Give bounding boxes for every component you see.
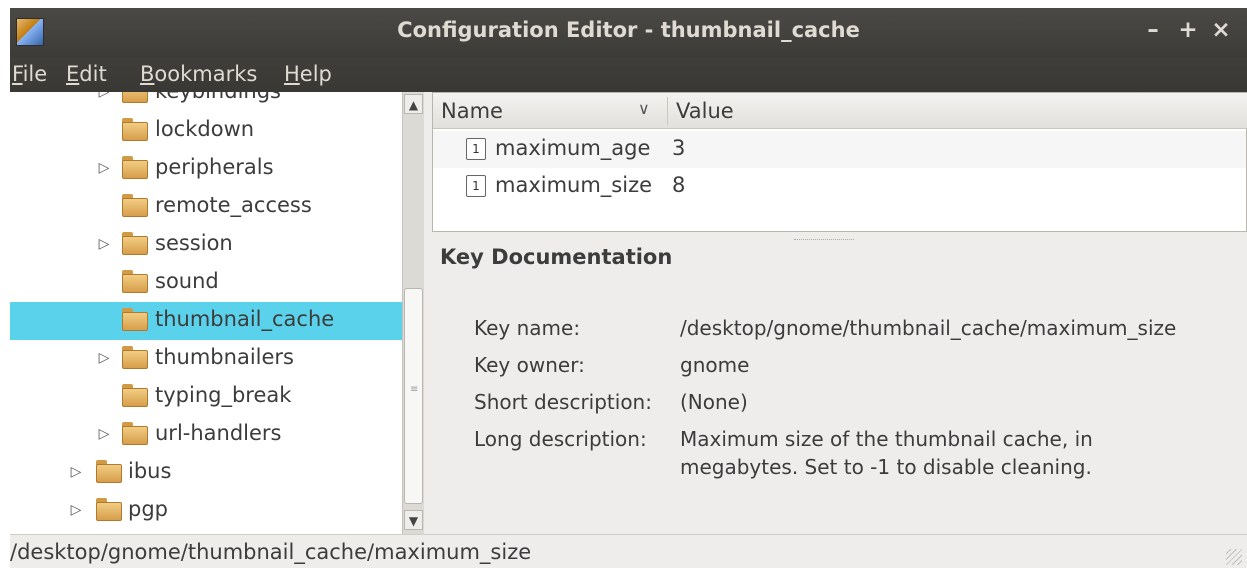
tree-item-label: remote_access: [155, 193, 312, 217]
menu-help[interactable]: Help: [284, 62, 332, 86]
folder-icon: [96, 498, 122, 521]
key-documentation-heading: Key Documentation: [440, 245, 673, 269]
window-title: Configuration Editor - thumbnail_cache: [397, 18, 860, 42]
folder-icon: [122, 194, 148, 217]
expander-icon[interactable]: ▷: [96, 424, 112, 444]
close-button[interactable]: ×: [1208, 17, 1234, 45]
menu-file-label: ile: [22, 62, 48, 86]
tree-item-label: pgp: [128, 497, 168, 521]
expander-icon[interactable]: ▷: [68, 462, 84, 482]
tree-item-label: typing_break: [155, 383, 292, 407]
tree-item-label: sound: [155, 269, 219, 293]
expander-icon[interactable]: ▷: [96, 234, 112, 254]
tree-item-label: session: [155, 231, 233, 255]
key-value[interactable]: 3: [672, 136, 685, 160]
tree-item-thumbnail-cache[interactable]: thumbnail_cache: [10, 302, 402, 340]
menu-bookmarks[interactable]: Bookmarks: [140, 62, 257, 86]
tree-item-label: ibus: [128, 459, 172, 483]
list-header: Name ∨ Value: [433, 93, 1247, 129]
menu-help-mnemonic: H: [284, 62, 300, 86]
tree-item-url-handlers[interactable]: ▷ url-handlers: [10, 416, 402, 454]
title-bar[interactable]: Configuration Editor - thumbnail_cache –…: [10, 8, 1247, 58]
long-description-line-2: megabytes. Set to -1 to disable cleaning…: [680, 455, 1092, 479]
scroll-down-arrow-icon[interactable]: ▼: [404, 510, 423, 530]
scroll-up-arrow-icon[interactable]: ▲: [404, 94, 423, 114]
grip-icon: ≡: [410, 384, 419, 395]
tree-item-peripherals[interactable]: ▷ peripherals: [10, 150, 402, 188]
folder-icon: [122, 92, 148, 103]
maximize-button[interactable]: +: [1175, 17, 1201, 45]
integer-key-icon: 1: [466, 138, 486, 160]
menu-edit-mnemonic: E: [66, 62, 80, 86]
tree-item-lockdown[interactable]: lockdown: [10, 112, 402, 150]
tree-item-label: thumbnail_cache: [155, 307, 335, 331]
expander-icon[interactable]: ▷: [68, 500, 84, 520]
key-list[interactable]: Name ∨ Value 1 maximum_age 3 1 maximum_s…: [432, 92, 1247, 232]
expander-icon[interactable]: ▷: [96, 158, 112, 178]
column-header-value[interactable]: Value: [676, 99, 734, 123]
menu-edit[interactable]: Edit: [66, 62, 107, 86]
column-header-name[interactable]: Name: [441, 99, 503, 123]
menu-edit-label: dit: [79, 62, 107, 86]
status-path: /desktop/gnome/thumbnail_cache/maximum_s…: [10, 540, 532, 564]
pane-resize-handle[interactable]: [794, 239, 854, 243]
menu-bookmarks-label: ookmarks: [154, 62, 258, 86]
menu-file-mnemonic: F: [12, 62, 23, 86]
key-name-label: Key name:: [474, 316, 581, 340]
key-row-maximum-size[interactable]: 1 maximum_size 8: [433, 168, 1246, 205]
tree-item-label: thumbnailers: [155, 345, 294, 369]
key-name: maximum_age: [495, 136, 651, 160]
menu-file[interactable]: File: [12, 62, 47, 86]
scrollbar-thumb[interactable]: ≡: [404, 288, 423, 504]
folder-icon: [122, 308, 148, 331]
folder-icon: [122, 118, 148, 141]
long-description-label: Long description:: [474, 427, 647, 451]
key-owner-value: gnome: [680, 353, 750, 377]
key-row-maximum-age[interactable]: 1 maximum_age 3: [433, 131, 1246, 168]
tree-item-typing-break[interactable]: typing_break: [10, 378, 402, 416]
tree-item-sound[interactable]: sound: [10, 264, 402, 302]
tree-item-thumbnailers[interactable]: ▷ thumbnailers: [10, 340, 402, 378]
key-name: maximum_size: [495, 173, 653, 197]
tree-item-pgp[interactable]: ▷ pgp: [10, 492, 402, 530]
minimize-button[interactable]: –: [1140, 17, 1166, 45]
tree-item-remote-access[interactable]: remote_access: [10, 188, 402, 226]
menu-bar: File Edit Bookmarks Help: [10, 58, 1247, 92]
folder-icon: [122, 156, 148, 179]
folder-icon: [122, 384, 148, 407]
expander-icon[interactable]: ▷: [96, 348, 112, 368]
menu-help-label: elp: [299, 62, 332, 86]
tree-item-label: url-handlers: [155, 421, 282, 445]
key-name-value: /desktop/gnome/thumbnail_cache/maximum_s…: [680, 316, 1177, 340]
tree-item-session[interactable]: ▷ session: [10, 226, 402, 264]
folder-icon: [96, 460, 122, 483]
tree-scrollbar[interactable]: ▲ ≡ ▼: [402, 92, 424, 534]
tree-item-ibus[interactable]: ▷ ibus: [10, 454, 402, 492]
column-separator[interactable]: [667, 97, 668, 125]
folder-icon: [122, 232, 148, 255]
long-description-line-1: Maximum size of the thumbnail cache, in: [680, 427, 1093, 451]
resize-grip-icon[interactable]: [1226, 549, 1242, 565]
configuration-editor-window: Configuration Editor - thumbnail_cache –…: [10, 8, 1247, 568]
key-value[interactable]: 8: [672, 173, 685, 197]
directory-tree[interactable]: ▷ keybindings lockdown ▷ peripherals rem…: [10, 92, 420, 534]
folder-icon: [122, 422, 148, 445]
status-bar: /desktop/gnome/thumbnail_cache/maximum_s…: [10, 534, 1247, 568]
expander-icon[interactable]: ▷: [96, 92, 112, 102]
tree-item-label: lockdown: [155, 117, 255, 141]
tree-item-label: keybindings: [155, 92, 281, 103]
tree-item-keybindings[interactable]: ▷ keybindings: [10, 92, 402, 112]
key-detail-pane: Name ∨ Value 1 maximum_age 3 1 maximum_s…: [424, 92, 1247, 534]
tree-item-label: peripherals: [155, 155, 274, 179]
folder-icon: [122, 270, 148, 293]
folder-icon: [122, 346, 148, 369]
key-owner-label: Key owner:: [474, 353, 585, 377]
short-description-label: Short description:: [474, 390, 652, 414]
short-description-value: (None): [680, 390, 748, 414]
menu-bookmarks-mnemonic: B: [140, 62, 155, 86]
sort-chevron-down-icon[interactable]: ∨: [638, 99, 650, 118]
integer-key-icon: 1: [466, 175, 486, 197]
